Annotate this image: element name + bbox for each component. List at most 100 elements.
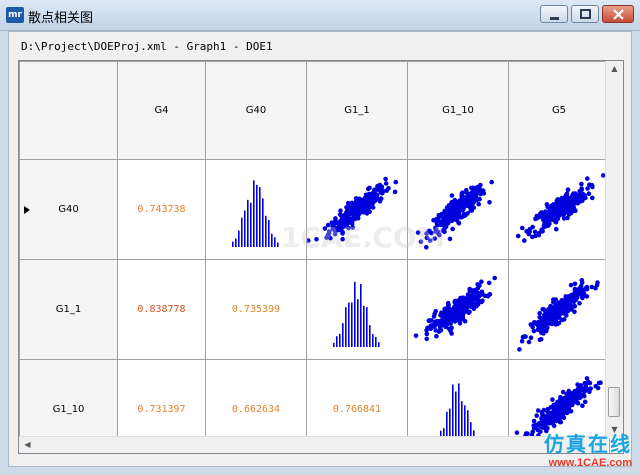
scatter-point [590,195,595,200]
scatter-point [377,198,383,204]
scatter-point [456,220,462,226]
scatter-point [424,336,429,341]
brand-url: www.1CAE.com [548,457,632,469]
close-icon [613,9,624,20]
scatter-point [357,196,362,201]
scatter-point [433,308,438,314]
scatter-point [589,182,595,188]
scatter-point [541,315,546,320]
scatter-point [561,316,567,322]
scatter-point [585,185,590,191]
scatter-point [545,311,551,316]
scatter-point [562,193,568,199]
scatter-point [565,308,571,313]
correlation-cell[interactable]: 0.735399 [205,259,307,360]
scatter-point [578,189,584,194]
row-label: G1_10 [52,404,85,415]
vertical-scroll-thumb[interactable] [608,387,620,417]
scatter-point [520,225,525,230]
scatter-point [479,278,484,284]
scatter-point [528,334,534,340]
scatter-point [571,208,577,213]
scatter-point [526,339,532,344]
vertical-scrollbar[interactable]: ▲ ▼ [605,61,623,438]
scatter-point [449,199,455,204]
scatter-point [581,195,586,200]
scatter-point [473,296,478,301]
scatter-point [434,333,439,338]
scatter-point [338,207,343,213]
scatter-point [584,284,590,289]
scatter-point [580,402,585,408]
row-header[interactable]: G40 [19,159,118,260]
scatter-point [447,215,452,220]
scatter-point [596,380,602,385]
scatter-cell[interactable] [407,259,509,360]
scatter-point [370,204,376,210]
scatter-point [593,383,598,388]
scatter-point [352,200,357,206]
maximize-button[interactable] [571,5,599,23]
scatter-point [573,390,578,395]
scatter-point [344,208,350,214]
scatter-point [379,183,385,189]
horizontal-scrollbar[interactable]: ◀ [19,436,608,453]
scatter-cell[interactable] [508,159,610,260]
scatter-point [480,297,485,303]
scatter-point [540,421,546,426]
scatter-point [550,205,555,210]
minimize-button[interactable] [540,5,568,23]
scatter-point [577,285,582,291]
scatter-cell[interactable] [508,259,610,360]
column-header[interactable]: G1_1 [306,61,408,160]
correlation-cell[interactable]: 0.838778 [117,259,206,360]
brand-name: 仿真在线 [544,432,632,456]
histogram-bar [342,322,344,347]
scatter-point [452,318,458,324]
row-header[interactable]: G1_1 [19,259,118,360]
scatter-point [538,336,544,342]
scatter-point [570,303,575,309]
scatter-point [455,298,460,303]
client-area: D:\Project\DOEProj.xml - Graph1 - DOE1 G… [8,31,632,467]
scatter-point [461,205,466,211]
scatter-point [466,191,472,197]
scatter-point [517,346,522,352]
scatter-point [586,190,592,196]
scatter-point [565,186,571,192]
scatter-point [359,209,364,214]
histogram-bar [339,333,341,347]
histogram-bar [253,179,255,247]
scatter-point [476,201,481,206]
scatter-point [576,385,582,390]
close-button[interactable] [602,5,634,23]
scatter-point [461,307,466,313]
scatter-point [532,229,538,234]
scatter-point [540,306,545,312]
matrix-table: G4 G40 G1_1 G1_10 G5 G40 0.743738 G1_1 0.838778… [19,61,610,453]
scatter-point [454,214,459,219]
scatter-point [445,220,451,225]
scatter-point [551,296,556,302]
scatter-point [367,185,372,190]
scroll-left-icon[interactable]: ◀ [19,437,36,453]
column-header[interactable]: G4 [117,61,206,160]
column-header[interactable]: G5 [508,61,610,160]
scatter-point [534,321,540,327]
scatter-point [582,399,588,404]
scatter-point [464,187,469,193]
scatter-point [540,327,545,332]
scatter-point [530,429,535,434]
histogram-bar [259,186,261,247]
scatter-point [460,189,465,195]
column-header[interactable]: G1_10 [407,61,509,160]
scatter-point [572,309,577,314]
scatter-point [461,194,467,199]
scroll-up-icon[interactable]: ▲ [606,61,623,77]
scatter-point [539,209,544,215]
scatter-point [543,322,548,328]
histogram-cell[interactable] [306,259,408,360]
column-header[interactable]: G40 [205,61,307,160]
correlation-cell[interactable]: 0.743738 [117,159,206,260]
scatter-point [561,215,567,221]
